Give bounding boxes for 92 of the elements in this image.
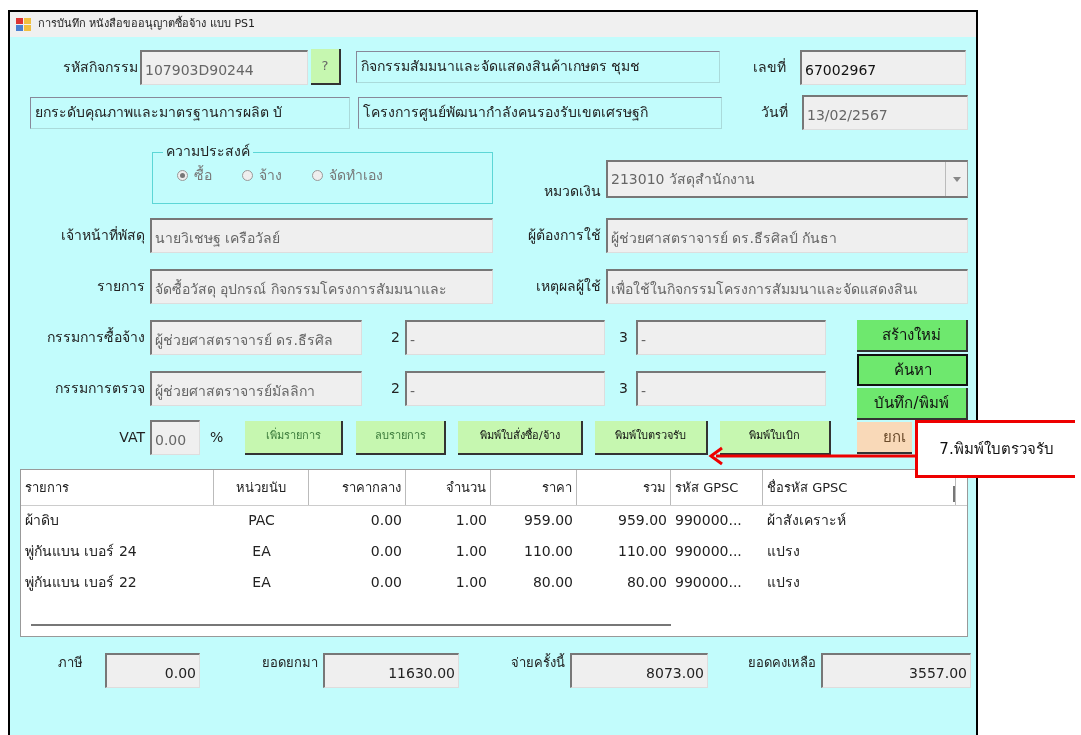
input-field[interactable]: จัดซื้อวัสดุ อุปกรณ์ กิจกรรมโครงการสัมมนาและ	[150, 269, 493, 304]
table-cell-text: พู่กันแบน เบอร์ 24	[24, 542, 138, 562]
action-button[interactable]: พิมพ์ใบเบิก	[720, 420, 832, 455]
input-field[interactable]: ผู้ช่วยศาสตราจารย์มัลลิกา	[150, 371, 362, 406]
input-field[interactable]: -	[636, 320, 826, 355]
table-cell-text: 0.00	[369, 573, 403, 592]
action-button[interactable]: เพิ่มรายการ	[245, 420, 344, 455]
field-label: เหตุผลผู้ใช้	[535, 277, 602, 297]
table-cell-text: ผ้าดิบ	[24, 511, 60, 530]
table-cell-text: EA	[251, 573, 272, 592]
table-cell-text: 0.00	[369, 542, 403, 561]
field-label: หมวดเงิน	[543, 182, 602, 201]
field-label: VAT	[118, 428, 146, 447]
radio-option[interactable]: จ้าง	[242, 165, 282, 186]
column-header: ราคากลาง	[309, 470, 406, 505]
table-cell-text: พู่กันแบน เบอร์ 22	[24, 573, 138, 593]
action-button[interactable]: ลบรายการ	[356, 420, 447, 455]
scrollbar-thumb[interactable]	[31, 624, 671, 626]
input-field[interactable]: เพื่อใช้ในกิจกรรมโครงการสัมมนาและจัดแสดงสินเ	[606, 269, 968, 304]
table-cell-text: ผ้าสังเคราะห์	[766, 511, 847, 530]
column-header: รหัส GPSC	[671, 470, 763, 505]
field-label: ผู้ต้องการใช้	[527, 226, 602, 246]
column-header: ราคา	[491, 470, 577, 505]
table-cell-text: 80.00	[625, 573, 668, 592]
input-field[interactable]: 0.00	[105, 653, 200, 688]
field-label: จ่ายครั้งนี้	[510, 653, 566, 672]
action-button[interactable]: พิมพ์ใบสั่งซื้อ/จ้าง	[458, 420, 584, 455]
field-label: ภาษี	[57, 654, 84, 672]
table-cell-text: PAC	[247, 511, 276, 530]
column-header: หน่วยนับ	[214, 470, 309, 505]
unit-label: %	[210, 428, 224, 447]
input-field[interactable]: -	[636, 371, 826, 406]
text-field[interactable]: ยกระดับคุณภาพและมาตรฐานการผลิต บั	[30, 96, 350, 129]
table-cell-text: 1.00	[454, 573, 488, 592]
text-field[interactable]: โครงการศูนย์พัฒนากำลังคนรองรับเขตเศรษฐกิ	[358, 96, 722, 129]
field-label: เจ้าหน้าที่พัสดุ	[60, 225, 146, 246]
text-field[interactable]: กิจกรรมสัมมนาและจัดแสดงสินค้าเกษตร ชุมช	[356, 51, 720, 83]
callout-tooltip: 7.พิมพ์ใบตรวจรับ	[915, 420, 1075, 478]
input-field[interactable]: 107903D90244	[140, 49, 308, 85]
input-field[interactable]: 0.00	[150, 420, 200, 455]
field-label: รายการ	[96, 277, 146, 296]
input-field[interactable]: -	[405, 371, 605, 406]
column-header: รายการ	[21, 470, 214, 505]
app-icon	[16, 17, 32, 32]
table-cell-text: แปรง	[766, 573, 801, 592]
field-label: ยอดยกมา	[261, 654, 319, 672]
field-label: 2	[390, 328, 401, 347]
table-cell-text: แปรง	[766, 542, 801, 561]
input-field[interactable]: 3557.00	[821, 653, 971, 688]
table-cell-text: 990000...	[674, 511, 743, 530]
table-cell-text: EA	[251, 542, 272, 561]
scrollbar-thumb[interactable]	[953, 486, 955, 502]
input-field[interactable]: 67002967	[800, 49, 966, 85]
field-label: กรรมการตรวจ	[54, 379, 146, 398]
window-title: การบันทึก หนังสือขออนุญาตซื้อจ้าง แบบ PS1	[38, 16, 256, 33]
table-cell-text: 0.00	[369, 511, 403, 530]
field-label: 3	[618, 379, 629, 398]
field-label: 3	[618, 328, 629, 347]
action-button[interactable]: พิมพ์ใบตรวจรับ	[595, 420, 709, 455]
column-header: รวม	[577, 470, 671, 505]
table-cell-text: 959.00	[617, 511, 668, 530]
input-field[interactable]: 8073.00	[570, 653, 708, 688]
table-cell-text: 80.00	[531, 573, 574, 592]
input-field[interactable]: ผู้ช่วยศาสตราจารย์ ดร.ธีรศิลป์ กันธา	[606, 218, 968, 253]
field-label: รหัสกิจกรรม	[62, 57, 139, 77]
input-field[interactable]: ผู้ช่วยศาสตราจารย์ ดร.ธีรศิล	[150, 320, 362, 355]
table-cell-text: 110.00	[617, 542, 668, 561]
dropdown-field[interactable]: 213010 วัสดุสำนักงาน	[606, 160, 968, 198]
table-cell-text: 990000...	[674, 542, 743, 561]
input-field[interactable]: 13/02/2567	[802, 95, 968, 130]
lookup-button[interactable]: ?	[311, 49, 341, 85]
radio-option[interactable]: จัดทำเอง	[312, 165, 383, 186]
table-cell-text: 1.00	[454, 542, 488, 561]
input-field[interactable]: 11630.00	[323, 653, 459, 688]
side-button[interactable]: บันทึก/พิมพ์	[857, 388, 968, 420]
table-cell-text: 959.00	[523, 511, 574, 530]
field-label: วันที่	[760, 102, 789, 122]
table-cell-text: 1.00	[454, 511, 488, 530]
side-button[interactable]: สร้างใหม่	[857, 320, 968, 352]
field-label: เลขที่	[752, 57, 787, 77]
side-button[interactable]: ยกเ	[857, 422, 912, 454]
field-label: กรรมการซื้อจ้าง	[46, 327, 146, 347]
column-header: จำนวน	[406, 470, 491, 505]
field-label: ยอดคงเหลือ	[747, 654, 817, 672]
radio-option[interactable]: ซื้อ	[177, 165, 212, 186]
input-field[interactable]: -	[405, 320, 605, 355]
side-button[interactable]: ค้นหา	[857, 354, 968, 386]
table-cell-text: 110.00	[523, 542, 574, 561]
table-cell-text: 990000...	[674, 573, 743, 592]
field-label: 2	[390, 379, 401, 398]
input-field[interactable]: นายวิเชษฐ เครือวัลย์	[150, 218, 493, 253]
caret-icon	[952, 176, 961, 182]
